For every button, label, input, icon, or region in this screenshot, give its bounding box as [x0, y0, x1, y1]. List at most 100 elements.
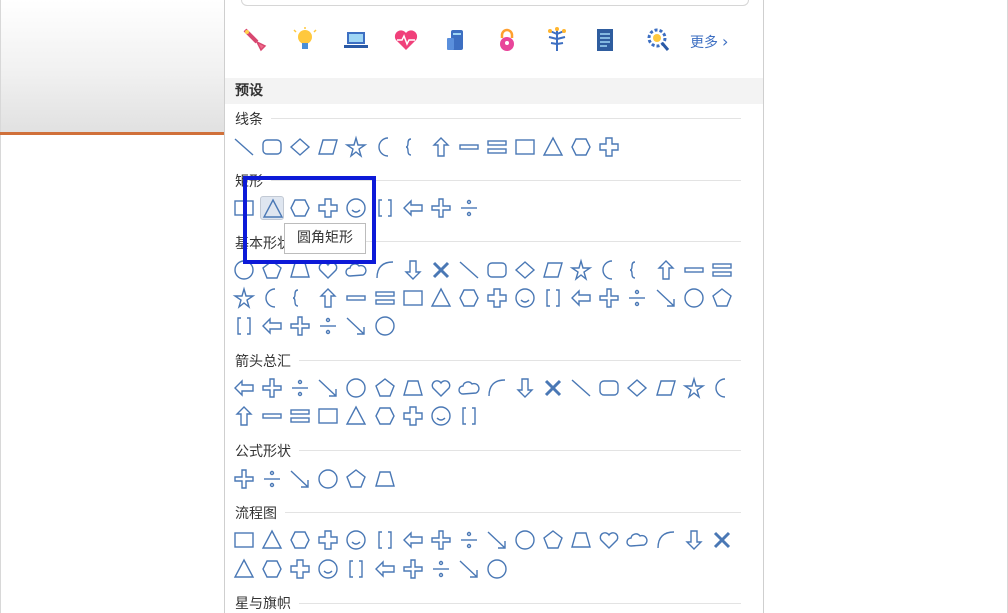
shape-item[interactable] — [401, 196, 425, 220]
shape-item[interactable] — [569, 286, 593, 310]
shape-item[interactable] — [541, 528, 565, 552]
lock-icon[interactable] — [491, 22, 523, 58]
shape-item[interactable] — [260, 314, 284, 338]
shape-item[interactable] — [232, 557, 256, 581]
shape-item[interactable] — [682, 286, 706, 310]
shape-item[interactable] — [597, 286, 621, 310]
shape-item[interactable] — [232, 314, 256, 338]
shape-item[interactable] — [485, 528, 509, 552]
tree-icon[interactable] — [541, 22, 573, 58]
shape-item[interactable] — [429, 557, 453, 581]
shape-item[interactable] — [625, 376, 649, 400]
shape-item[interactable] — [288, 196, 312, 220]
shape-item[interactable] — [485, 376, 509, 400]
shape-item[interactable] — [541, 286, 565, 310]
shape-item[interactable] — [654, 258, 678, 282]
shape-item[interactable] — [625, 258, 649, 282]
shape-item[interactable] — [373, 258, 397, 282]
shape-item[interactable] — [457, 286, 481, 310]
shape-item[interactable] — [569, 376, 593, 400]
shape-item[interactable] — [429, 286, 453, 310]
lightbulb-icon[interactable] — [289, 22, 321, 58]
heart-pulse-icon[interactable] — [390, 22, 422, 58]
shape-item[interactable] — [710, 528, 734, 552]
shape-item[interactable] — [316, 135, 340, 159]
shape-item[interactable] — [232, 467, 256, 491]
shape-item[interactable] — [597, 258, 621, 282]
shape-item[interactable] — [260, 528, 284, 552]
more-link[interactable]: 更多 › — [690, 32, 728, 52]
shape-item[interactable] — [401, 258, 425, 282]
shape-item[interactable] — [344, 467, 368, 491]
shape-item[interactable] — [373, 557, 397, 581]
shape-item[interactable] — [288, 557, 312, 581]
shape-item[interactable] — [288, 467, 312, 491]
laptop-icon[interactable] — [340, 22, 372, 58]
shape-item[interactable] — [682, 258, 706, 282]
shape-item[interactable] — [260, 557, 284, 581]
shape-item[interactable] — [513, 135, 537, 159]
shape-item[interactable] — [344, 404, 368, 428]
shape-item[interactable] — [401, 557, 425, 581]
shape-item[interactable] — [654, 376, 678, 400]
shape-item[interactable] — [288, 258, 312, 282]
shape-item[interactable] — [457, 196, 481, 220]
shape-item[interactable] — [316, 258, 340, 282]
shape-item[interactable] — [429, 404, 453, 428]
shape-item[interactable] — [513, 528, 537, 552]
shape-item[interactable] — [401, 404, 425, 428]
shape-item[interactable] — [260, 404, 284, 428]
shape-item[interactable] — [260, 135, 284, 159]
search-box[interactable] — [241, 0, 749, 6]
shape-item[interactable] — [513, 286, 537, 310]
rocket-icon[interactable] — [239, 22, 271, 58]
shape-item[interactable] — [569, 258, 593, 282]
shape-item[interactable] — [513, 258, 537, 282]
shape-item[interactable] — [429, 258, 453, 282]
document-icon[interactable] — [589, 22, 621, 58]
shape-item[interactable] — [288, 528, 312, 552]
shape-item[interactable] — [260, 467, 284, 491]
shape-item[interactable] — [288, 376, 312, 400]
shape-item[interactable] — [373, 467, 397, 491]
shape-item[interactable] — [625, 286, 649, 310]
shape-item[interactable] — [597, 528, 621, 552]
shape-item[interactable] — [316, 314, 340, 338]
shape-item[interactable] — [457, 528, 481, 552]
shape-item[interactable] — [260, 258, 284, 282]
shape-item[interactable] — [373, 135, 397, 159]
server-icon[interactable] — [440, 22, 472, 58]
shape-item[interactable] — [344, 286, 368, 310]
shape-item[interactable] — [513, 376, 537, 400]
shape-item[interactable] — [288, 135, 312, 159]
shape-item[interactable] — [316, 196, 340, 220]
shape-item[interactable] — [344, 196, 368, 220]
shape-item[interactable] — [429, 528, 453, 552]
shape-item[interactable] — [654, 286, 678, 310]
shape-item[interactable] — [457, 376, 481, 400]
shape-item[interactable] — [260, 196, 285, 220]
shape-item[interactable] — [373, 314, 397, 338]
shape-item[interactable] — [429, 196, 453, 220]
shape-item[interactable] — [401, 135, 425, 159]
shape-item[interactable] — [710, 286, 734, 310]
shape-item[interactable] — [316, 557, 340, 581]
shape-item[interactable] — [710, 376, 734, 400]
shape-item[interactable] — [316, 286, 340, 310]
shape-item[interactable] — [260, 376, 284, 400]
shape-item[interactable] — [260, 286, 284, 310]
shape-item[interactable] — [373, 528, 397, 552]
shape-item[interactable] — [288, 286, 312, 310]
shape-item[interactable] — [344, 258, 368, 282]
shape-item[interactable] — [232, 528, 256, 552]
shape-item[interactable] — [232, 376, 256, 400]
shape-item[interactable] — [344, 528, 368, 552]
shape-item[interactable] — [457, 258, 481, 282]
shape-item[interactable] — [457, 135, 481, 159]
shape-item[interactable] — [344, 557, 368, 581]
shape-item[interactable] — [457, 557, 481, 581]
shape-item[interactable] — [682, 376, 706, 400]
shape-item[interactable] — [541, 258, 565, 282]
shape-item[interactable] — [316, 467, 340, 491]
shape-item[interactable] — [232, 404, 256, 428]
